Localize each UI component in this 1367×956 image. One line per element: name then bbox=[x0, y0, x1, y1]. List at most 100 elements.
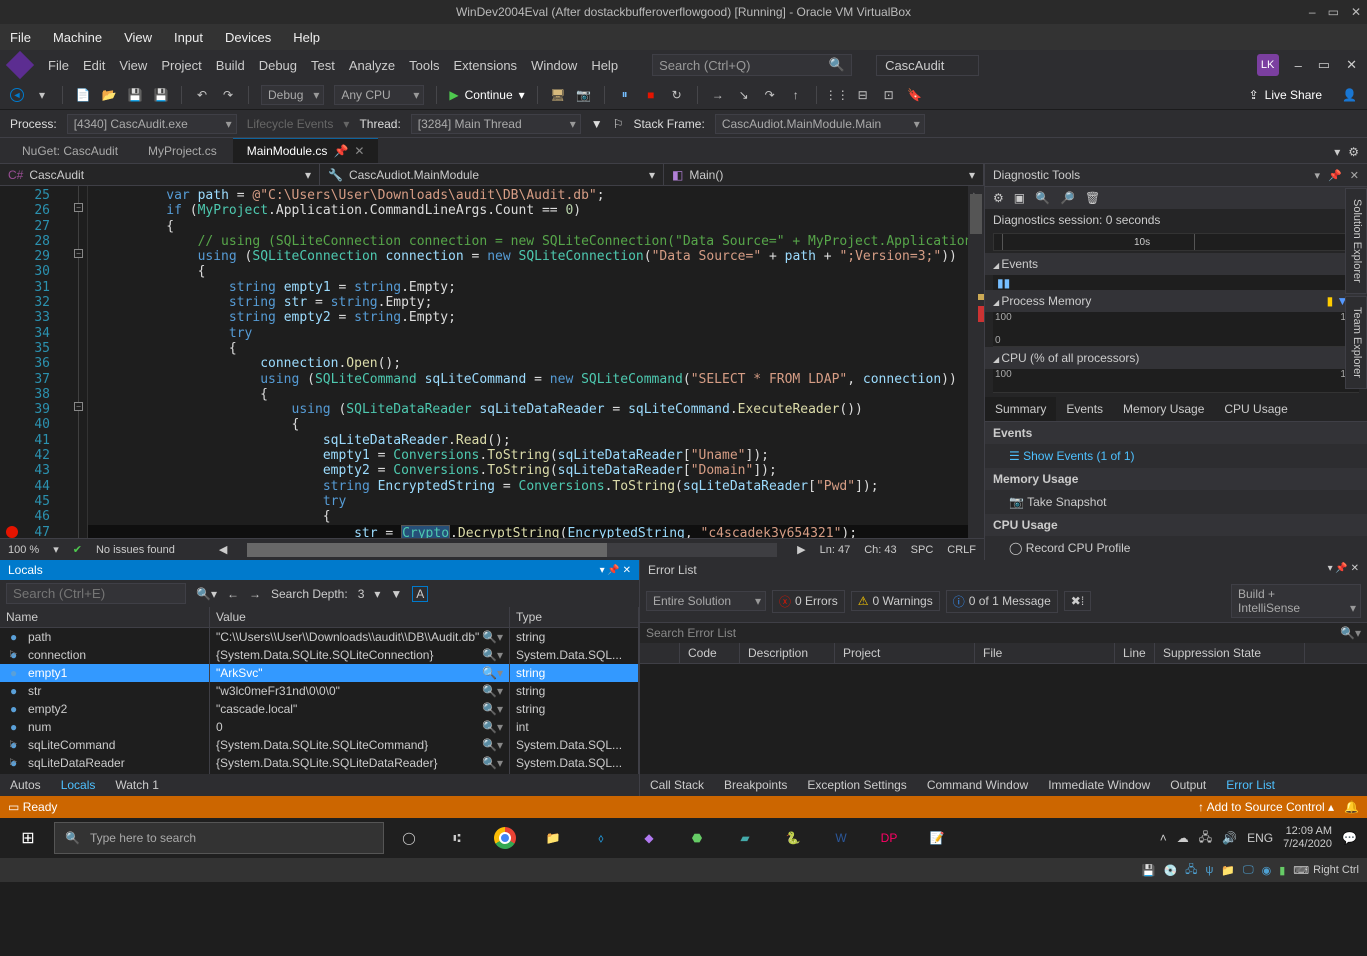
bottom-tab-exception-settings[interactable]: Exception Settings bbox=[797, 774, 916, 796]
events-section[interactable]: Events bbox=[993, 257, 1038, 271]
stop-icon[interactable]: ■ bbox=[643, 87, 659, 103]
dropdown-icon[interactable]: ▾ bbox=[1328, 563, 1333, 574]
show-events-link[interactable]: ☰ Show Events (1 of 1) bbox=[985, 444, 1367, 468]
col-value[interactable]: Value bbox=[210, 607, 510, 627]
cpu-chart[interactable]: 100 100 bbox=[993, 369, 1359, 393]
solution-platform-dd[interactable]: Any CPU bbox=[334, 85, 424, 105]
nav-fwd-icon[interactable]: → bbox=[249, 587, 261, 601]
record-cpu-link[interactable]: ◯ Record CPU Profile bbox=[985, 536, 1367, 560]
vbox-menu-file[interactable]: File bbox=[10, 30, 31, 45]
view-icon[interactable]: 🔍▾ bbox=[482, 720, 503, 734]
locals-tab-locals[interactable]: Locals bbox=[51, 774, 106, 796]
scope-dd[interactable]: Entire Solution bbox=[646, 591, 766, 611]
chrome-icon[interactable] bbox=[482, 818, 528, 858]
bottom-tab-call-stack[interactable]: Call Stack bbox=[640, 774, 714, 796]
onedrive-icon[interactable]: ☁ bbox=[1177, 831, 1189, 845]
close-icon[interactable]: ✕ bbox=[1351, 5, 1361, 19]
maximize-icon[interactable]: ▭ bbox=[1318, 57, 1330, 73]
locals-row[interactable]: empty1"ArkSvc" 🔍▾string bbox=[0, 664, 639, 682]
view-icon[interactable]: 🔍▾ bbox=[482, 702, 503, 716]
redo-icon[interactable]: ↷ bbox=[220, 87, 236, 103]
vbox-menu-view[interactable]: View bbox=[124, 30, 152, 45]
format-icon[interactable]: ⋮⋮ bbox=[829, 87, 845, 103]
vs-menu-test[interactable]: Test bbox=[311, 58, 335, 73]
rec-icon[interactable]: ◉ bbox=[1262, 864, 1272, 877]
zoom-in-icon[interactable]: 🔍 bbox=[1035, 191, 1050, 205]
gear-icon[interactable]: ⚙ bbox=[993, 191, 1004, 205]
user-avatar[interactable]: LK bbox=[1257, 54, 1279, 76]
solution-explorer-tab[interactable]: Solution Explorer bbox=[1345, 188, 1367, 294]
bottom-tab-output[interactable]: Output bbox=[1160, 774, 1216, 796]
fold-icon[interactable]: − bbox=[74, 203, 83, 212]
pin-icon[interactable]: 📌 bbox=[1335, 563, 1347, 574]
vs-menu-project[interactable]: Project bbox=[161, 58, 201, 73]
errcol-project[interactable]: Project bbox=[835, 643, 975, 663]
diag-timeline[interactable]: 10s bbox=[993, 233, 1359, 251]
team-explorer-tab[interactable]: Team Explorer bbox=[1345, 296, 1367, 389]
locals-tab-autos[interactable]: Autos bbox=[0, 774, 51, 796]
document-tab[interactable]: MyProject.cs bbox=[134, 139, 231, 163]
locals-tab-watch1[interactable]: Watch 1 bbox=[105, 774, 169, 796]
browser-icon[interactable]: 🖥 bbox=[550, 87, 566, 103]
process-dd[interactable]: [4340] CascAudit.exe bbox=[67, 114, 237, 134]
vs-menu-window[interactable]: Window bbox=[531, 58, 577, 73]
crumb-project[interactable]: C# CascAudit ▾ bbox=[0, 164, 320, 185]
vscode-icon[interactable]: ⬨ bbox=[578, 818, 624, 858]
errcol-code[interactable]: Code bbox=[680, 643, 740, 663]
hdd-icon[interactable]: 💾 bbox=[1142, 864, 1156, 877]
lifecycle-label[interactable]: Lifecycle Events bbox=[247, 117, 334, 131]
notifications-icon[interactable]: 🔔 bbox=[1344, 800, 1359, 814]
solution-config[interactable]: CascAudit bbox=[876, 55, 979, 76]
network-icon[interactable]: 🖧 bbox=[1199, 828, 1212, 849]
prev-issue-icon[interactable]: ◀ bbox=[219, 543, 227, 556]
windows-search[interactable]: 🔍 Type here to search bbox=[54, 822, 384, 854]
visualstudio-icon[interactable]: ◆ bbox=[626, 818, 672, 858]
close-icon[interactable]: ✕ bbox=[1346, 57, 1357, 73]
vs-menu-build[interactable]: Build bbox=[216, 58, 245, 73]
vs-menu-help[interactable]: Help bbox=[591, 58, 618, 73]
search-icon[interactable]: 🔍▾ bbox=[196, 587, 217, 601]
locals-row[interactable]: empty2"cascade.local" 🔍▾string bbox=[0, 700, 639, 718]
col-type[interactable]: Type bbox=[510, 607, 639, 627]
errors-filter[interactable]: ⓧ0 Errors bbox=[772, 590, 845, 613]
close-tab-icon[interactable]: ✕ bbox=[354, 144, 364, 158]
errcol-file[interactable]: File bbox=[975, 643, 1115, 663]
code-editor[interactable]: 25 26 27 28 29 30 31 32 33 34 35 36 37 3… bbox=[0, 186, 984, 538]
close-icon[interactable]: ✕ bbox=[1351, 563, 1359, 574]
bottom-tab-error-list[interactable]: Error List bbox=[1216, 774, 1285, 796]
locals-row[interactable]: sqLiteCommand{System.Data.SQLite.SQLiteC… bbox=[0, 736, 639, 754]
feedback-icon[interactable]: 👤 bbox=[1342, 88, 1357, 102]
nav-back-icon[interactable]: ← bbox=[227, 587, 239, 601]
vbox-menu-devices[interactable]: Devices bbox=[225, 30, 271, 45]
pin-icon[interactable]: 📌 bbox=[607, 565, 619, 576]
clock[interactable]: 12:09 AM7/24/2020 bbox=[1283, 825, 1332, 851]
screenshot-icon[interactable]: 📷 bbox=[576, 87, 592, 103]
vbox-menu-help[interactable]: Help bbox=[293, 30, 320, 45]
crlf-indicator[interactable]: CRLF bbox=[947, 544, 976, 556]
depth-value[interactable]: 3 bbox=[358, 587, 365, 601]
diag-tab-events[interactable]: Events bbox=[1056, 397, 1113, 421]
explorer-icon[interactable]: 📁 bbox=[530, 818, 576, 858]
locals-row[interactable]: sqLiteDataReader{System.Data.SQLite.SQLi… bbox=[0, 754, 639, 772]
view-icon[interactable]: 🔍▾ bbox=[482, 630, 503, 644]
fold-icon[interactable]: − bbox=[74, 249, 83, 258]
notepad-icon[interactable]: 📝 bbox=[914, 818, 960, 858]
publish-icon[interactable]: ↑ bbox=[1198, 800, 1204, 814]
step-into-icon[interactable]: ↘ bbox=[736, 87, 752, 103]
python-icon[interactable]: 🐍 bbox=[770, 818, 816, 858]
maximize-icon[interactable]: ▭ bbox=[1328, 5, 1339, 19]
word-icon[interactable]: W bbox=[818, 818, 864, 858]
crumb-method[interactable]: ◧ Main() ▾ bbox=[664, 164, 984, 185]
source-control-button[interactable]: Add to Source Control bbox=[1207, 800, 1325, 814]
usb-icon[interactable]: ψ bbox=[1205, 864, 1213, 876]
comment-icon[interactable]: ⊟ bbox=[855, 87, 871, 103]
disc-icon[interactable]: 💿 bbox=[1163, 864, 1177, 877]
back-nav-icon[interactable]: ◄ bbox=[10, 88, 24, 102]
shared-icon[interactable]: 📁 bbox=[1221, 864, 1235, 877]
filter-icon[interactable]: ▼ bbox=[591, 117, 603, 131]
locals-row[interactable]: connection{System.Data.SQLite.SQLiteConn… bbox=[0, 646, 639, 664]
minimize-icon[interactable]: – bbox=[1309, 5, 1316, 19]
next-issue-icon[interactable]: ▶ bbox=[797, 543, 805, 556]
close-icon[interactable]: ✕ bbox=[1350, 169, 1359, 182]
view-icon[interactable]: 🔍▾ bbox=[482, 666, 503, 680]
